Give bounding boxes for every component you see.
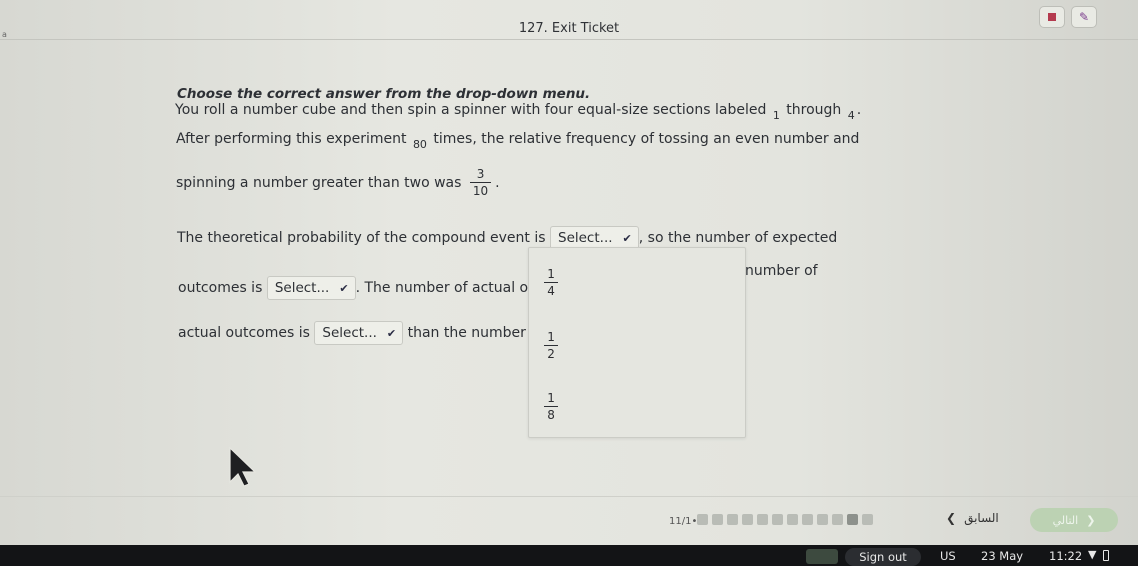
label-1-subscript: 1 [772,109,780,122]
fraction-numerator: 1 [547,391,555,405]
next-button[interactable]: التالي ❯ [1030,508,1118,532]
question-line-5-continued: number of [745,263,818,279]
progress-dot[interactable] [727,514,738,525]
dropdown-option[interactable]: 1 8 [541,391,561,423]
progress-dot[interactable] [712,514,723,525]
progress-dot[interactable] [787,514,798,525]
fraction-denominator: 2 [544,345,558,362]
progress-dots [697,514,873,525]
expected-outcomes-select[interactable]: Select... ✔ [266,276,356,300]
fraction-numerator: 1 [547,267,555,281]
chevron-down-icon: ✔ [386,326,397,340]
progress-dot[interactable] [697,514,708,525]
date-display[interactable]: 23 May [981,549,1023,563]
exit-ticket-app: a 127. Exit Ticket ✎ Choose the correct … [0,0,1138,545]
option-fraction: 1 8 [544,391,558,423]
line1-text-b: through [786,102,842,118]
option-fraction: 1 2 [544,330,558,362]
progress-dot[interactable] [742,514,753,525]
progress-dot[interactable] [862,514,873,525]
progress-dot[interactable] [757,514,768,525]
line2-text-a: After performing this experiment [176,131,407,147]
question-line-2: After performing this experiment 80 time… [176,131,860,151]
line5-text-a: outcomes is [178,280,263,296]
progress-dot[interactable] [772,514,783,525]
select-placeholder: Select... [558,230,613,246]
progress-dot[interactable] [817,514,828,525]
line2-text-b: times, the relative frequency of tossing… [433,131,860,147]
progress-dot[interactable] [802,514,813,525]
fraction-numerator: 1 [547,330,555,344]
progress-dot[interactable] [847,514,858,525]
select-placeholder: Select... [274,280,330,296]
previous-button[interactable]: ❮ السابق [946,511,999,525]
previous-label: السابق [964,511,999,525]
line1-text-a: You roll a number cube and then spin a s… [175,102,767,118]
fraction-denominator: 8 [544,406,558,423]
line3-text: spinning a number greater than two was [176,175,462,191]
progress-dot[interactable] [832,514,843,525]
line5-text-b: . The number of actual out [355,280,543,296]
sign-out-label: Sign out [859,550,907,564]
chevron-left-icon: ❮ [946,511,957,525]
clock[interactable]: 11:22 [1049,549,1082,563]
battery-icon[interactable] [1103,550,1109,561]
question-counter: 11/1• [669,516,698,527]
question-line-3: spinning a number greater than two was 3… [176,167,500,199]
chevron-right-icon: ❯ [1086,513,1096,527]
system-shelf: Sign out US 23 May 11:22 ▼ [0,545,1138,566]
question-line-1: You roll a number cube and then spin a s… [175,102,862,122]
question-line-6: actual outcomes is Select... ✔ than the … [178,321,539,345]
fraction-denominator: 10 [469,182,492,199]
probability-dropdown-menu: 1 4 1 2 1 8 [528,247,746,438]
line3-period: . [495,175,500,191]
fraction-numerator: 3 [476,167,485,181]
line4-text-b: , so the number of expected [638,230,838,246]
wifi-icon[interactable]: ▼ [1088,548,1096,561]
label-4-subscript: 4 [847,109,855,122]
dropdown-option[interactable]: 1 2 [541,330,561,362]
navigation-bar: 11/1• ❮ السابق التالي ❯ [0,496,1138,545]
line1-period: . [856,102,862,118]
question-line-5: outcomes is Select... ✔ . The number of … [178,276,543,300]
dropdown-option[interactable]: 1 4 [541,267,561,299]
chevron-down-icon: ✔ [339,281,349,295]
app-icon[interactable] [806,549,838,564]
input-method-indicator[interactable]: US [940,549,956,563]
line6-text-a: actual outcomes is [178,325,310,341]
question-area: Choose the correct answer from the drop-… [0,0,1138,545]
fraction-denominator: 4 [544,282,558,299]
next-label: التالي [1052,513,1079,527]
select-placeholder: Select... [322,325,377,341]
line4-text-a: The theoretical probability of the compo… [177,230,546,246]
sign-out-button[interactable]: Sign out [845,548,921,566]
chevron-down-icon: ✔ [622,231,632,245]
comparison-select[interactable]: Select... ✔ [314,321,404,345]
trials-subscript: 80 [412,138,427,151]
mouse-pointer-icon [229,446,257,487]
instruction-text: Choose the correct answer from the drop-… [177,86,591,102]
line6-text-b: than the number o [407,325,539,341]
relative-frequency-fraction: 3 10 [469,167,492,199]
option-fraction: 1 4 [544,267,558,299]
